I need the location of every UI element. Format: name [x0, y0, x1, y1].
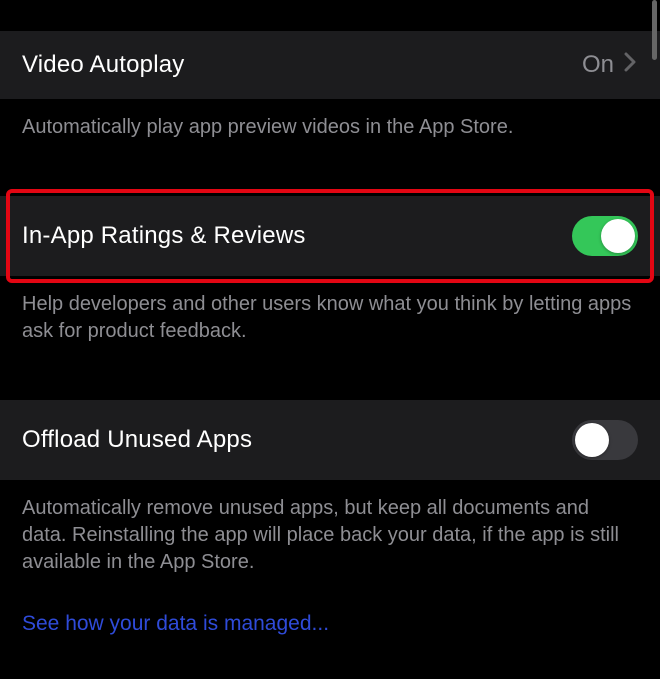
video-autoplay-footer: Automatically play app preview videos in…: [0, 100, 660, 177]
offload-unused-apps-toggle[interactable]: [572, 420, 638, 460]
video-autoplay-value: On: [582, 51, 614, 79]
offload-unused-apps-title: Offload Unused Apps: [22, 426, 252, 454]
video-autoplay-right: On: [582, 51, 638, 79]
in-app-ratings-toggle[interactable]: [572, 216, 638, 256]
in-app-ratings-row: In-App Ratings & Reviews: [0, 195, 660, 277]
offload-unused-apps-row: Offload Unused Apps: [0, 399, 660, 481]
video-autoplay-row[interactable]: Video Autoplay On: [0, 30, 660, 100]
offload-unused-apps-footer: Automatically remove unused apps, but ke…: [0, 481, 660, 612]
chevron-right-icon: [624, 52, 638, 78]
data-management-link[interactable]: See how your data is managed...: [0, 612, 660, 656]
video-autoplay-title: Video Autoplay: [22, 51, 185, 79]
in-app-ratings-title: In-App Ratings & Reviews: [22, 222, 306, 250]
toggle-knob-icon: [575, 423, 609, 457]
toggle-knob-icon: [601, 219, 635, 253]
scrollbar[interactable]: [652, 0, 657, 60]
in-app-ratings-footer: Help developers and other users know wha…: [0, 277, 660, 381]
